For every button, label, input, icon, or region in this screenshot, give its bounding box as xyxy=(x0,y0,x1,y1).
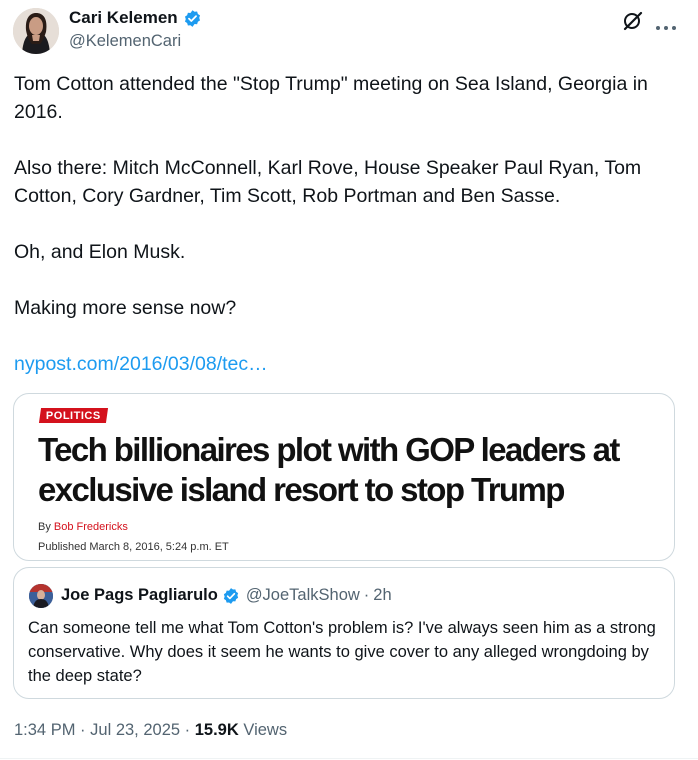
verified-badge-icon xyxy=(222,587,240,605)
author-name[interactable]: Cari Kelemen xyxy=(69,8,178,28)
tweet-date[interactable]: Jul 23, 2025 xyxy=(90,721,180,739)
quoted-author-name: Joe Pags Pagliarulo xyxy=(61,586,218,604)
tweet-paragraph: Also there: Mitch McConnell, Karl Rove, … xyxy=(14,157,642,207)
quoted-tweet[interactable]: Joe Pags Pagliarulo @JoeTalkShow · 2h Ca… xyxy=(13,567,675,699)
author-avatar[interactable] xyxy=(13,8,59,54)
author-name-row[interactable]: Cari Kelemen xyxy=(69,8,202,28)
views-count: 15.9K xyxy=(194,721,239,739)
tweet-meta: 1:34 PM · Jul 23, 2025 · 15.9K Views xyxy=(14,721,287,740)
byline-prefix: By xyxy=(38,521,51,533)
separator-dot: · xyxy=(80,721,86,739)
card-kicker: POLITICS xyxy=(38,408,108,423)
views-label: Views xyxy=(243,721,288,739)
tweet-paragraph: Making more sense now? xyxy=(14,297,237,319)
tweet-text: Tom Cotton attended the "Stop Trump" mee… xyxy=(14,70,684,406)
verified-badge-icon xyxy=(183,9,202,28)
quoted-author-avatar[interactable] xyxy=(29,584,53,608)
grok-icon[interactable] xyxy=(622,10,644,32)
card-byline: By Bob Fredericks xyxy=(38,521,128,533)
card-published-date: Published March 8, 2016, 5:24 p.m. ET xyxy=(38,541,229,553)
tweet-paragraph: Tom Cotton attended the "Stop Trump" mee… xyxy=(14,73,648,123)
quoted-header: Joe Pags Pagliarulo @JoeTalkShow · 2h xyxy=(61,586,392,605)
link-preview-card[interactable]: POLITICS Tech billionaires plot with GOP… xyxy=(13,393,675,561)
tweet: Cari Kelemen @KelemenCari Tom Cotton att… xyxy=(0,0,698,760)
separator-dot: · xyxy=(363,586,370,604)
divider xyxy=(0,758,698,759)
quoted-timestamp: 2h xyxy=(373,586,392,604)
tweet-paragraph: Oh, and Elon Musk. xyxy=(14,241,186,263)
tweet-time[interactable]: 1:34 PM xyxy=(14,721,75,739)
byline-author: Bob Fredericks xyxy=(53,521,128,533)
quoted-text: Can someone tell me what Tom Cotton's pr… xyxy=(28,619,656,685)
more-icon[interactable] xyxy=(655,18,677,30)
card-headline: Tech billionaires plot with GOP leaders … xyxy=(38,431,620,508)
article-link[interactable]: nypost.com/2016/03/08/tec… xyxy=(14,353,268,375)
quoted-author-handle: @JoeTalkShow xyxy=(245,586,360,604)
separator-dot: · xyxy=(184,721,191,739)
author-handle[interactable]: @KelemenCari xyxy=(69,32,181,51)
